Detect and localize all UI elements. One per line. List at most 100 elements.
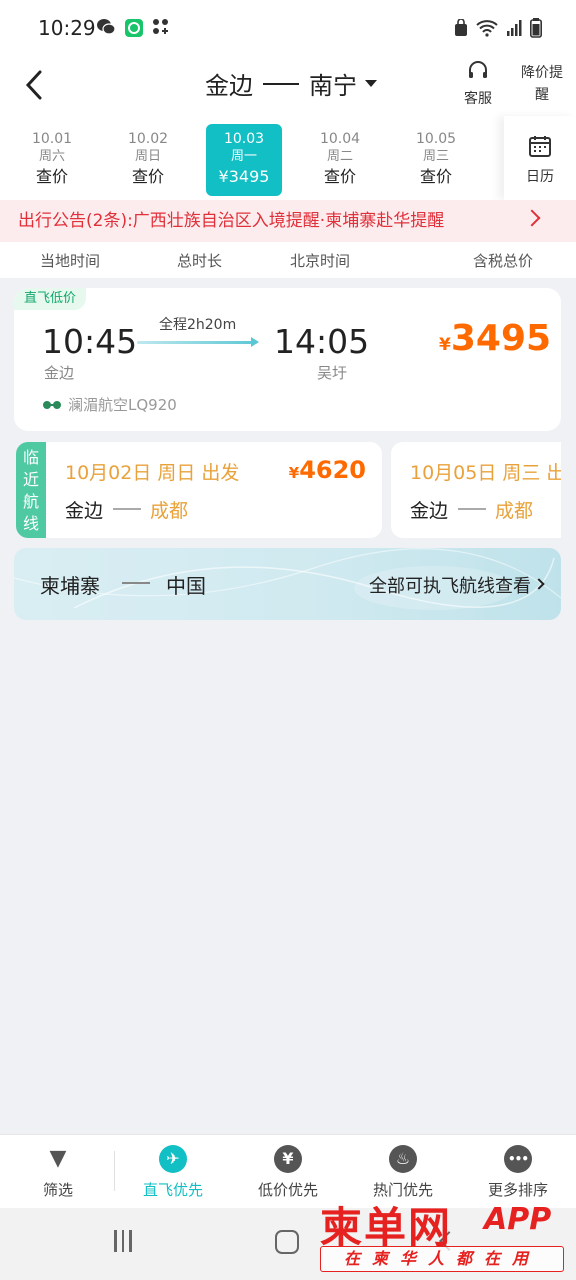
banner-to: 中国 (166, 574, 206, 598)
from-city: 金边 (205, 72, 253, 100)
arrow-right-icon (122, 582, 150, 584)
route-arrow (263, 82, 299, 85)
wifi-icon (476, 20, 498, 37)
arrow-right-icon (113, 508, 141, 510)
column-headers: 当地时间 总时长 北京时间 含税总价 (0, 242, 576, 278)
chevron-right-icon (523, 209, 541, 227)
calendar-icon (529, 136, 551, 157)
nearby-routes-label: 临近航线 (16, 442, 46, 538)
view-all-routes-link[interactable]: 全部可执飞航线查看 (369, 572, 531, 598)
date-label: 10.03 (223, 131, 265, 147)
date-label: 10.02 (127, 131, 169, 147)
flight-card[interactable]: 直飞低价 10:45 全程2h20m 14:05 金边 吴圩 ¥3495 澜湄航… (14, 288, 561, 431)
app-grid-icon (153, 19, 168, 34)
lock-battery-icon (455, 19, 467, 36)
watermark: 柬单网 APP 在柬华人都在用 (318, 1194, 568, 1276)
travel-notice[interactable]: 出行公告(2条):广西壮族自治区入境提醒·柬埔寨赴华提醒 (0, 200, 576, 242)
nearby-date: 10月05日 周三 出 (410, 462, 561, 484)
back-arrow-icon[interactable] (20, 68, 50, 102)
filter-label: 筛选 (42, 1181, 73, 1199)
weekday-label: 周三 (422, 149, 449, 164)
recent-apps-icon[interactable] (114, 1230, 138, 1254)
arrow-right-icon (458, 508, 486, 510)
price-label: ¥3495 (218, 167, 270, 186)
nearby-price: ¥4620 (289, 456, 366, 484)
low-price-first-button[interactable]: ¥ 低价优先 (238, 1145, 338, 1200)
chevron-down-icon (365, 80, 377, 87)
all-routes-banner[interactable]: 柬埔寨 中国 全部可执飞航线查看 (14, 548, 561, 620)
flame-icon: ♨ (389, 1145, 417, 1173)
watermark-app: APP (484, 1202, 552, 1237)
currency-symbol: ¥ (288, 464, 300, 482)
weekday-label: 周一 (230, 149, 257, 164)
nearby-from: 金边 (65, 500, 104, 522)
price-label: 查价 (419, 167, 452, 186)
flight-duration: 全程2h20m (159, 317, 237, 333)
nearby-route-card[interactable]: 10月02日 周日 出发 ¥4620 金边 成都 (46, 442, 382, 538)
arrival-time: 14:05 (274, 322, 370, 361)
watermark-slogan: 在柬华人都在用 (320, 1246, 564, 1272)
nearby-route-card[interactable]: 10月05日 周三 出 金边 成都 (391, 442, 561, 538)
airline-name: 澜湄航空LQ920 (68, 396, 177, 414)
calendar-label: 日历 (526, 169, 554, 185)
price-alert-button[interactable]: 降价提醒 (520, 62, 564, 106)
header: 金边 南宁 客服 降价提醒 (0, 56, 576, 116)
plane-icon: ✈ (159, 1145, 187, 1173)
date-tabs: 10.01 周六 查价 10.02 周日 查价 10.03 周一 ¥3495 1… (0, 116, 576, 200)
price-value: 3495 (450, 318, 552, 359)
chat-app-icon (125, 19, 143, 37)
filter-button[interactable]: ▼ 筛选 (8, 1145, 108, 1200)
date-label: 10.01 (31, 131, 73, 147)
nearby-date: 10月02日 周日 出发 (65, 462, 240, 484)
nearby-to: 成都 (495, 500, 534, 522)
total-price-header: 含税总价 (473, 252, 534, 270)
duration-header: 总时长 (177, 252, 223, 270)
status-bar: 10:29 (0, 0, 576, 56)
duration-arrow (137, 337, 259, 347)
notice-text: 出行公告(2条):广西壮族自治区入境提醒·柬埔寨赴华提醒 (18, 211, 445, 231)
weekday-label: 周二 (326, 149, 353, 164)
direct-first-button[interactable]: ✈ 直飞优先 (123, 1145, 223, 1200)
arrival-airport: 吴圩 (317, 364, 348, 382)
flight-price: ¥3495 (439, 318, 551, 359)
nearby-to: 成都 (150, 500, 189, 522)
service-label: 客服 (464, 91, 492, 107)
price-label: 查价 (35, 167, 68, 186)
date-tab-1003[interactable]: 10.03 周一 ¥3495 (206, 124, 282, 196)
date-tab-1002[interactable]: 10.02 周日 查价 (110, 124, 186, 196)
more-icon: ••• (504, 1145, 532, 1173)
headset-icon (469, 61, 487, 78)
date-label: 10.04 (319, 131, 361, 147)
route-title[interactable]: 金边 南宁 (205, 66, 377, 101)
customer-service-button[interactable]: 客服 (456, 60, 500, 108)
banner-from: 柬埔寨 (40, 574, 100, 598)
popular-first-button[interactable]: ♨ 热门优先 (353, 1145, 453, 1200)
status-time: 10:29 (38, 16, 96, 40)
home-icon[interactable] (275, 1230, 299, 1254)
wechat-icon (97, 19, 116, 35)
departure-airport: 金边 (44, 364, 75, 382)
signal-icon (507, 20, 522, 36)
local-time-header: 当地时间 (40, 252, 101, 270)
nearby-from: 金边 (410, 500, 449, 522)
date-label: 10.05 (415, 131, 457, 147)
departure-time: 10:45 (42, 322, 138, 361)
currency-symbol: ¥ (439, 335, 451, 355)
calendar-button[interactable]: 日历 (504, 116, 576, 200)
weekday-label: 周六 (38, 149, 65, 164)
date-tab-1005[interactable]: 10.05 周三 查价 (398, 124, 474, 196)
price-label: 查价 (323, 167, 356, 186)
more-sort-button[interactable]: ••• 更多排序 (468, 1145, 568, 1200)
to-city: 南宁 (309, 72, 357, 100)
airline-info: 澜湄航空LQ920 (42, 394, 177, 415)
yen-icon: ¥ (274, 1145, 302, 1173)
beijing-time-header: 北京时间 (290, 252, 351, 270)
filter-icon: ▼ (49, 1146, 67, 1171)
airline-logo-icon (43, 400, 61, 409)
date-tab-1004[interactable]: 10.04 周二 查价 (302, 124, 378, 196)
date-tab-1001[interactable]: 10.01 周六 查价 (14, 124, 90, 196)
battery-icon (530, 18, 542, 38)
price-label: 查价 (131, 167, 164, 186)
price-value: 4620 (299, 456, 366, 484)
divider (114, 1151, 115, 1191)
